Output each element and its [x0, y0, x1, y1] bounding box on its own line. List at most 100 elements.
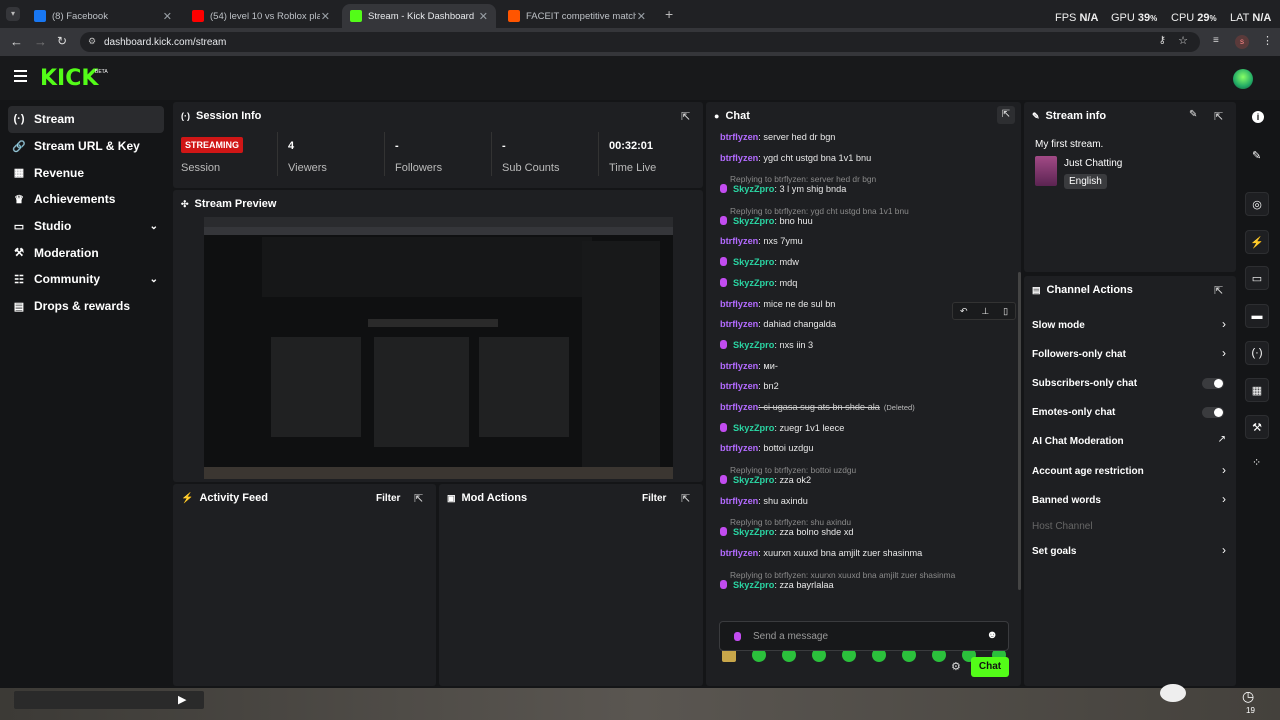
clipboard-icon[interactable]: ▭	[1245, 266, 1269, 290]
chat-username[interactable]: btrflyzen	[720, 443, 758, 453]
chat-username[interactable]: SkyzZpro	[733, 340, 774, 350]
pin-icon[interactable]: ⊥	[981, 306, 989, 317]
external-link-icon[interactable]: ↗	[1218, 434, 1226, 445]
stream-preview-video[interactable]	[204, 217, 673, 479]
chat-message[interactable]: SkyzZpro: mdq	[720, 277, 797, 289]
toggle-switch[interactable]	[1202, 378, 1224, 389]
chat-message[interactable]: SkyzZpro: nxs iin 3	[720, 339, 813, 351]
channel-action-8[interactable]: Set goals	[1032, 546, 1076, 557]
close-tab-icon[interactable]: ✕	[637, 10, 646, 23]
chat-scrollbar[interactable]	[1018, 272, 1021, 590]
browser-tab[interactable]: (8) Facebook ✕	[26, 4, 180, 28]
sidebar-item[interactable]: ⚒ Moderation	[8, 239, 164, 266]
sidebar-item[interactable]: 🔗 Stream URL & Key	[8, 133, 164, 160]
popout-icon[interactable]: ⇱	[1214, 110, 1226, 123]
emoji-picker-icon[interactable]: ☻	[986, 629, 998, 641]
chat-message[interactable]: btrflyzen: shu axindu	[720, 495, 808, 507]
chevron-right-icon[interactable]: ›	[1222, 346, 1226, 360]
wrench-rail-icon[interactable]: ⚒	[1245, 415, 1269, 439]
chat-message[interactable]: btrflyzen: xuurxn xuuxd bna amjilt zuer …	[720, 547, 922, 559]
channel-action-6[interactable]: Banned words	[1032, 495, 1101, 506]
chat-username[interactable]: btrflyzen	[720, 402, 758, 412]
channel-action-3[interactable]: Emotes-only chat	[1032, 407, 1115, 418]
tab-search-button[interactable]: ▾	[6, 7, 20, 21]
reply-icon[interactable]: ↶	[960, 306, 968, 317]
chat-username[interactable]: SkyzZpro	[733, 216, 774, 226]
reload-icon[interactable]: ↻	[57, 34, 67, 48]
sidebar-item[interactable]: ▤ Drops & rewards	[8, 293, 164, 320]
chat-message[interactable]: SkyzZpro: zza ok2	[720, 474, 811, 486]
channel-action-5[interactable]: Account age restriction	[1032, 466, 1144, 477]
chat-message[interactable]: btrflyzen: ygd cht ustgd bna 1v1 bnu	[720, 152, 871, 164]
chat-message[interactable]: SkyzZpro: 3 l ym shig bnda	[720, 183, 846, 195]
chat-message[interactable]: btrflyzen: bn2	[720, 380, 779, 392]
chat-username[interactable]: SkyzZpro	[733, 580, 774, 590]
popout-chat-button[interactable]: ⇱	[997, 106, 1015, 124]
chat-send-button[interactable]: Chat	[971, 657, 1009, 677]
clock-icon[interactable]: ◷	[1242, 688, 1254, 705]
reading-list-icon[interactable]: ≡	[1213, 35, 1219, 46]
site-info-icon[interactable]: ⚙	[88, 36, 96, 47]
browser-tab[interactable]: FACEIT competitive match ✕	[500, 4, 654, 28]
layout-icon[interactable]: ▦	[1245, 378, 1269, 402]
chat-message[interactable]: SkyzZpro: mdw	[720, 256, 799, 268]
chat-username[interactable]: SkyzZpro	[733, 475, 774, 485]
close-tab-icon[interactable]: ✕	[321, 10, 330, 23]
chevron-right-icon[interactable]: ›	[1222, 463, 1226, 477]
play-icon[interactable]: ▶	[178, 693, 186, 706]
delete-icon[interactable]: ▯	[1003, 306, 1008, 317]
chat-username[interactable]: btrflyzen	[720, 548, 758, 558]
edit-icon[interactable]: ✎	[1189, 109, 1197, 120]
profile-avatar[interactable]: s	[1235, 35, 1249, 49]
browser-menu-icon[interactable]: ⋮	[1262, 34, 1273, 47]
chat-username[interactable]: btrflyzen	[720, 299, 758, 309]
chat-username[interactable]: SkyzZpro	[733, 278, 774, 288]
channel-action-2[interactable]: Subscribers-only chat	[1032, 378, 1137, 389]
sidebar-item[interactable]: (·) Stream	[8, 106, 164, 133]
new-tab-button[interactable]: +	[665, 6, 673, 22]
browser-tab[interactable]: (54) level 10 vs Roblox players #✕	[184, 4, 338, 28]
sidebar-item[interactable]: ▭ Studio ⌄	[8, 213, 164, 240]
focus-icon[interactable]: ◎	[1245, 192, 1269, 216]
chat-message[interactable]: btrflyzen: ми-	[720, 360, 778, 372]
key-icon[interactable]: ⚷	[1159, 35, 1166, 46]
kick-logo[interactable]: KICK	[40, 66, 98, 91]
chevron-right-icon[interactable]: ›	[1222, 317, 1226, 331]
chat-taskbar-icon[interactable]	[1160, 684, 1186, 702]
browser-tab[interactable]: Stream - Kick Dashboard ✕	[342, 4, 496, 28]
chat-message[interactable]: SkyzZpro: zza bayrlalaa	[720, 579, 834, 591]
sidebar-item[interactable]: ☷ Community ⌄	[8, 266, 164, 293]
apps-icon[interactable]: ⁘	[1252, 456, 1261, 469]
user-avatar[interactable]	[1233, 69, 1253, 89]
chat-message[interactable]: btrflyzen: nxs 7ymu	[720, 235, 803, 247]
chat-username[interactable]: btrflyzen	[720, 236, 758, 246]
mod-filter-button[interactable]: Filter	[642, 493, 666, 504]
chat-username[interactable]: btrflyzen	[720, 132, 758, 142]
chat-message[interactable]: SkyzZpro: zuegr 1v1 leece	[720, 422, 844, 434]
chevron-right-icon[interactable]: ›	[1222, 492, 1226, 506]
chat-input-box[interactable]: Send a message ☻	[719, 621, 1009, 651]
bookmark-star-icon[interactable]: ☆	[1178, 34, 1188, 47]
pencil-icon[interactable]: ✎	[1252, 149, 1261, 162]
chat-message[interactable]: btrflyzen: dahiad changalda	[720, 318, 836, 330]
sidebar-item[interactable]: ▦ Revenue	[8, 159, 164, 186]
chat-username[interactable]: btrflyzen	[720, 381, 758, 391]
chat-username[interactable]: SkyzZpro	[733, 257, 774, 267]
menu-icon[interactable]	[14, 70, 27, 82]
chevron-right-icon[interactable]: ›	[1222, 543, 1226, 557]
info-icon[interactable]: i	[1252, 111, 1264, 123]
chat-username[interactable]: btrflyzen	[720, 319, 758, 329]
popout-icon[interactable]: ⇱	[681, 110, 693, 123]
category-name[interactable]: Just Chatting	[1064, 158, 1122, 169]
channel-action-4[interactable]: AI Chat Moderation	[1032, 436, 1124, 447]
chevron-down-icon[interactable]: ⌄	[150, 221, 158, 232]
chat-input[interactable]: Send a message	[753, 631, 828, 642]
channel-action-0[interactable]: Slow mode	[1032, 320, 1085, 331]
toggle-switch[interactable]	[1202, 407, 1224, 418]
close-tab-icon[interactable]: ✕	[163, 10, 172, 23]
back-icon[interactable]: ←	[10, 34, 23, 49]
channel-action-1[interactable]: Followers-only chat	[1032, 349, 1126, 360]
chat-message[interactable]: btrflyzen: mice ne de sul bn	[720, 298, 835, 310]
chat-message[interactable]: btrflyzen: ci ugasa sug ats bn shde ala(…	[720, 401, 915, 414]
sidebar-item[interactable]: ♛ Achievements	[8, 186, 164, 213]
